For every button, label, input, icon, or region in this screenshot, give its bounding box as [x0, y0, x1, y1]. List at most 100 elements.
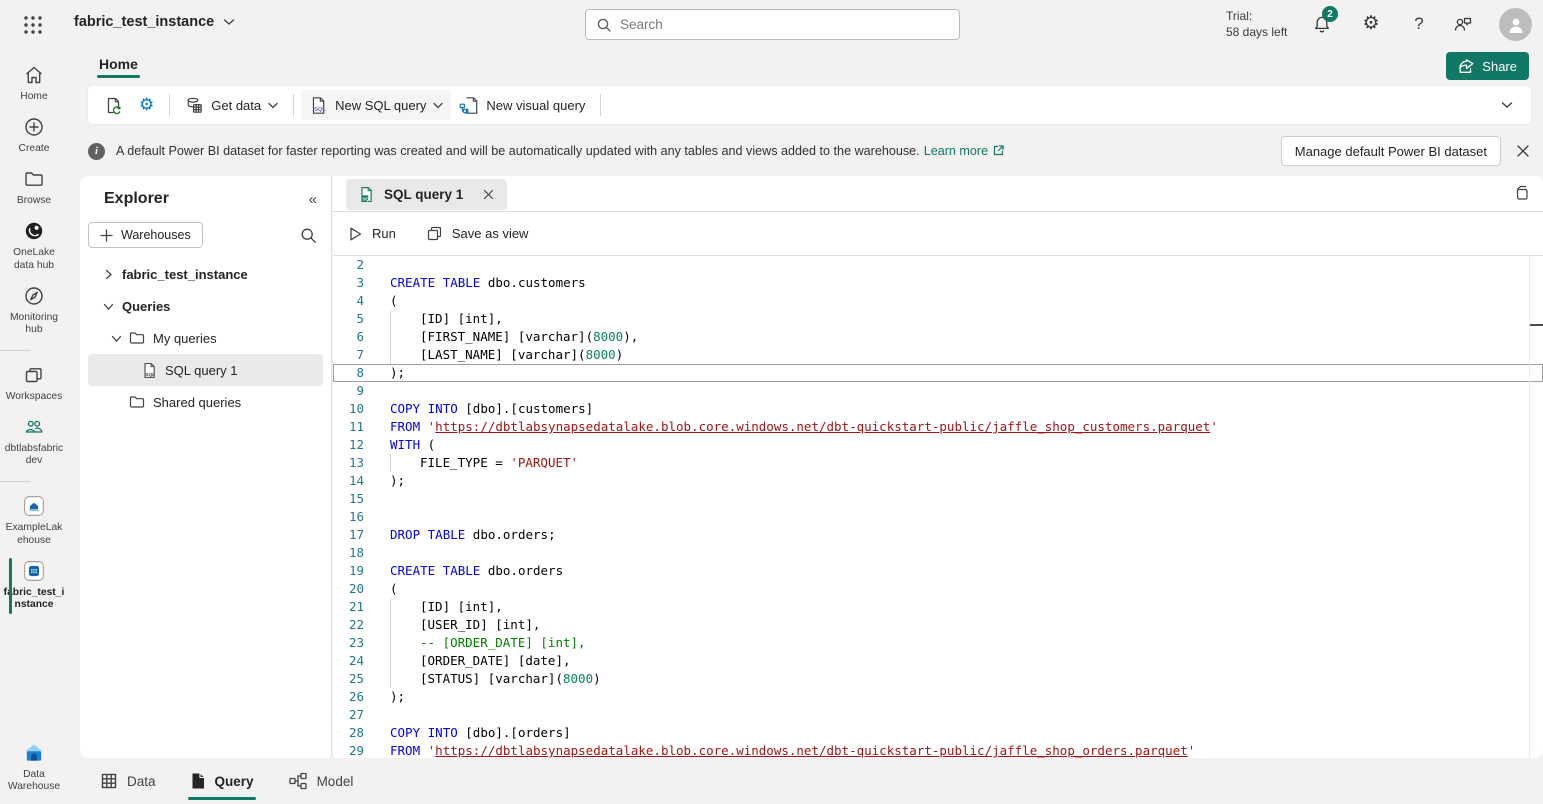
line-number: 6: [333, 328, 364, 346]
toolbar-expand-chevron-icon[interactable]: [1501, 101, 1513, 109]
workspace-switcher[interactable]: fabric_test_instance: [74, 14, 235, 30]
sql-code-editor[interactable]: 23CREATE TABLE dbo.customers4(5[ID] [int…: [333, 256, 1543, 758]
query-tab-sql-query-1[interactable]: SQL SQL query 1: [346, 179, 507, 210]
settings-gear-icon[interactable]: ⚙: [1360, 13, 1382, 35]
code-line[interactable]: 13FILE_TYPE = 'PARQUET': [333, 454, 1543, 472]
save-as-view-button[interactable]: Save as view: [426, 225, 529, 242]
indent-guide: [390, 310, 420, 328]
rail-item-home[interactable]: Home: [0, 58, 68, 110]
code-line[interactable]: 26);: [333, 688, 1543, 706]
line-number: 12: [333, 436, 364, 454]
code-line[interactable]: 8);: [333, 364, 1543, 382]
collapse-panel-icon[interactable]: «: [309, 191, 317, 208]
search-input[interactable]: Search: [585, 9, 960, 40]
code-line[interactable]: 24[ORDER_DATE] [date],: [333, 652, 1543, 670]
user-avatar[interactable]: [1499, 8, 1532, 41]
code-line[interactable]: 28COPY INTO [dbo].[orders]: [333, 724, 1543, 742]
chevron-right-icon[interactable]: [100, 269, 116, 280]
editor-scrollbar-track[interactable]: [1529, 256, 1530, 758]
code-line[interactable]: 7[LAST_NAME] [varchar](8000): [333, 346, 1543, 364]
code-line[interactable]: 3CREATE TABLE dbo.customers: [333, 274, 1543, 292]
learn-more-link[interactable]: Learn more: [924, 144, 988, 158]
editor-cursor-marker: [1530, 324, 1543, 326]
tree-item-sql-query-1[interactable]: SQLSQL query 1: [88, 354, 323, 386]
query-panel: SQL SQL query 1 Run Save as view 23CREAT…: [333, 176, 1543, 758]
new-visual-query-button[interactable]: New visual query: [451, 90, 593, 120]
add-warehouses-button[interactable]: Warehouses: [88, 222, 203, 248]
query-action-bar: Run Save as view: [333, 212, 1543, 256]
chevron-down-icon[interactable]: [100, 302, 116, 311]
code-line[interactable]: 22[USER_ID] [int],: [333, 616, 1543, 634]
chevron-down-icon[interactable]: [108, 334, 124, 343]
code-line[interactable]: 20(: [333, 580, 1543, 598]
rail-item-data-warehouse[interactable]: Data Warehouse: [0, 736, 68, 800]
external-link-icon[interactable]: [992, 144, 1005, 157]
code-line[interactable]: 9: [333, 382, 1543, 400]
manage-default-dataset-button[interactable]: Manage default Power BI dataset: [1281, 136, 1501, 166]
rail-item-workspaces[interactable]: Workspaces: [0, 358, 68, 410]
code-line[interactable]: 25[STATUS] [varchar](8000): [333, 670, 1543, 688]
code-line[interactable]: 21[ID] [int],: [333, 598, 1543, 616]
copy-icon[interactable]: [1513, 185, 1531, 203]
code-line[interactable]: 23-- [ORDER_DATE] [int],: [333, 634, 1543, 652]
notifications-bell-icon[interactable]: 2: [1312, 13, 1334, 35]
tree-item-my-queries[interactable]: My queries: [88, 322, 323, 354]
people-icon: [23, 416, 45, 438]
rail-divider: [0, 350, 30, 351]
tree-item-shared-queries[interactable]: Shared queries: [88, 386, 323, 418]
code-line-content: [LAST_NAME] [varchar](8000): [364, 346, 623, 364]
notification-badge: 2: [1322, 6, 1338, 22]
get-data-button[interactable]: Get data: [177, 90, 286, 120]
code-line[interactable]: 2: [333, 256, 1543, 274]
code-line[interactable]: 27: [333, 706, 1543, 724]
settings-button[interactable]: ⚙: [131, 90, 162, 120]
view-tab-label: Data: [127, 774, 156, 789]
code-line[interactable]: 6[FIRST_NAME] [varchar](8000),: [333, 328, 1543, 346]
rail-item-dbtlabsfabricdev[interactable]: dbtlabsfabricdev: [0, 410, 68, 474]
code-line[interactable]: 14);: [333, 472, 1543, 490]
querydoc-icon: [190, 772, 206, 790]
code-line-content: CREATE TABLE dbo.orders: [364, 562, 563, 580]
code-line[interactable]: 17DROP TABLE dbo.orders;: [333, 526, 1543, 544]
rail-item-examplelakehouse[interactable]: ExampleLakehouse: [0, 489, 68, 553]
run-button[interactable]: Run: [348, 226, 396, 242]
app-launcher-icon[interactable]: [22, 14, 44, 36]
help-icon[interactable]: ?: [1408, 13, 1430, 35]
share-button[interactable]: Share: [1446, 52, 1529, 80]
trial-status: Trial: 58 days left: [1226, 8, 1287, 40]
view-tab-model[interactable]: Model: [286, 766, 356, 796]
code-line[interactable]: 18: [333, 544, 1543, 562]
view-tab-data[interactable]: Data: [98, 766, 158, 796]
rail-item-onelake-data-hub[interactable]: OneLake data hub: [0, 214, 68, 278]
code-line[interactable]: 29FROM 'https://dbtlabsynapsedatalake.bl…: [333, 742, 1543, 758]
line-number: 3: [333, 274, 364, 292]
line-number: 14: [333, 472, 364, 490]
code-line[interactable]: 4(: [333, 292, 1543, 310]
code-line-content: FILE_TYPE = 'PARQUET': [364, 454, 578, 472]
code-line[interactable]: 15: [333, 490, 1543, 508]
rail-item-browse[interactable]: Browse: [0, 162, 68, 214]
tree-item-queries[interactable]: Queries: [88, 290, 323, 322]
close-tab-icon[interactable]: [482, 188, 495, 201]
explorer-search-icon[interactable]: [300, 227, 317, 244]
code-line[interactable]: 16: [333, 508, 1543, 526]
line-number: 16: [333, 508, 364, 526]
rail-item-fabric-test-instance[interactable]: fabric_test_instance: [0, 554, 68, 618]
view-tab-query[interactable]: Query: [188, 766, 256, 796]
indent-guide: [390, 652, 420, 670]
tab-home[interactable]: Home: [97, 52, 140, 80]
code-line[interactable]: 10COPY INTO [dbo].[customers]: [333, 400, 1543, 418]
chevron-down-icon: [268, 102, 278, 109]
code-line[interactable]: 5[ID] [int],: [333, 310, 1543, 328]
refresh-dataset-button[interactable]: [96, 90, 131, 120]
code-line[interactable]: 12WITH (: [333, 436, 1543, 454]
new-sql-query-button[interactable]: SQL New SQL query: [301, 90, 451, 120]
rail-item-create[interactable]: Create: [0, 110, 68, 162]
tree-item-fabric-test-instance[interactable]: fabric_test_instance: [88, 258, 323, 290]
code-line[interactable]: 19CREATE TABLE dbo.orders: [333, 562, 1543, 580]
banner-close-icon[interactable]: [1513, 141, 1533, 161]
code-line[interactable]: 11FROM 'https://dbtlabsynapsedatalake.bl…: [333, 418, 1543, 436]
svg-text:SQL: SQL: [314, 107, 326, 113]
rail-item-monitoring-hub[interactable]: Monitoring hub: [0, 279, 68, 343]
feedback-icon[interactable]: [1452, 13, 1474, 35]
